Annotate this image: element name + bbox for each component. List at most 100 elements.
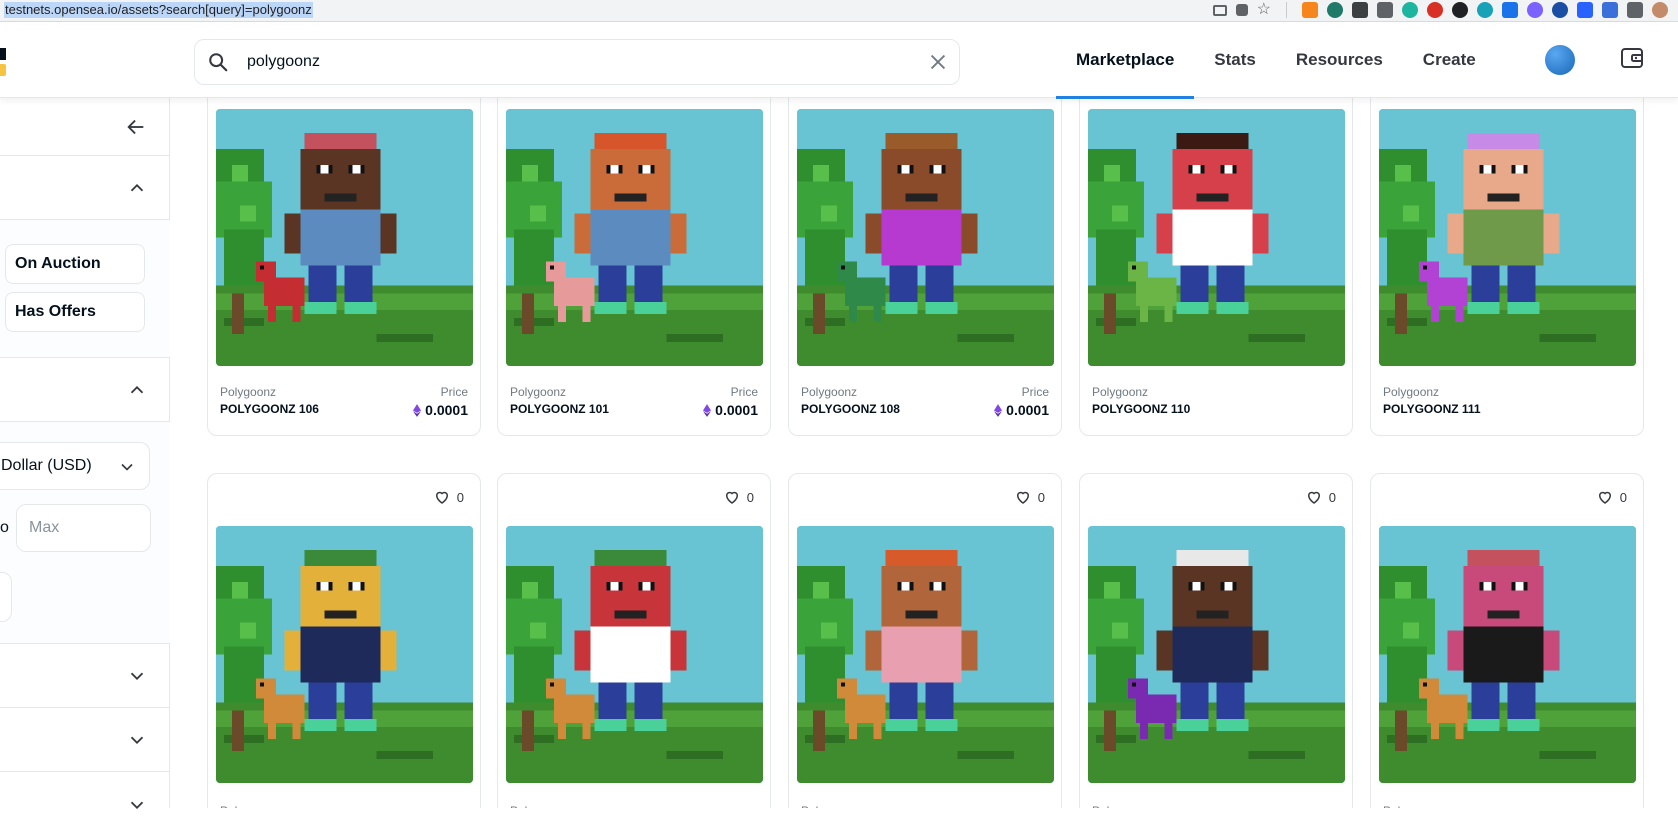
extension-blue-icon[interactable] [1502,2,1518,18]
asset-card[interactable]: Polygoonz POLYGOONZ 101 Price 0.0001 [497,98,771,436]
price-section-body: Dollar (USD) o Max [0,422,170,644]
extension-layers-icon[interactable] [1577,2,1593,18]
asset-collection-name[interactable]: Poly [1383,804,1631,808]
extension-red-icon[interactable] [1427,2,1443,18]
asset-collection-name[interactable]: Polygoonz [1092,385,1340,399]
asset-card[interactable]: 0 Poly [497,473,771,808]
status-has-offers-chip[interactable]: Has Offers [5,292,145,332]
asset-collection-name[interactable]: Polygoonz [220,385,468,399]
extension-green-icon[interactable] [1327,2,1343,18]
extension-camera-icon[interactable] [1377,2,1393,18]
asset-card-info: Polygoonz POLYGOONZ 108 Price 0.0001 [801,385,1049,418]
favorite-heart-icon [1307,491,1320,504]
search-icon [209,53,228,72]
asset-collection-name[interactable]: Poly [220,804,468,808]
collapsed-section-2[interactable] [0,708,170,772]
asset-image[interactable] [506,526,763,783]
asset-image[interactable] [1088,109,1345,366]
browser-toolbar: testnets.opensea.io/assets?search[query]… [0,0,1678,22]
price-section-header[interactable] [0,358,170,422]
asset-card-info: Poly [1092,804,1340,808]
asset-collection-name[interactable]: Polygoonz [510,385,758,399]
chevron-up-icon [130,385,144,394]
favorite-button[interactable]: 0 [1305,488,1336,506]
favorite-heart-icon [1598,491,1611,504]
clear-search-icon[interactable] [927,51,949,73]
asset-price-value: 0.0001 [1006,402,1049,418]
asset-card[interactable]: Polygoonz POLYGOONZ 106 Price 0.0001 [207,98,481,436]
extension-shield-icon[interactable] [1602,2,1618,18]
extensions-puzzle-icon[interactable] [1627,2,1643,18]
extension-dark-icon[interactable] [1452,2,1468,18]
nav-resources[interactable]: Resources [1276,22,1403,98]
account-avatar[interactable] [1545,45,1575,75]
favorite-button[interactable]: 0 [1596,488,1627,506]
favorite-count: 0 [1619,489,1627,505]
sidebar-header [0,98,170,156]
collapsed-section-1[interactable] [0,644,170,708]
asset-card[interactable]: Polygoonz POLYGOONZ 110 [1079,98,1353,436]
nav-stats[interactable]: Stats [1194,22,1276,98]
testnet-badge-fragment [0,64,6,76]
metamask-icon[interactable] [1302,2,1318,18]
asset-image[interactable] [506,109,763,366]
asset-image[interactable] [797,526,1054,783]
asset-collection-name[interactable]: Poly [1092,804,1340,808]
asset-image[interactable] [1379,109,1636,366]
asset-image[interactable] [216,526,473,783]
currency-select-label: Dollar (USD) [1,457,92,474]
install-app-icon[interactable] [1212,4,1227,16]
asset-image[interactable] [216,109,473,366]
favorite-button[interactable]: 0 [723,488,754,506]
wallet-icon[interactable] [1618,44,1646,72]
extension-purple-icon[interactable] [1527,2,1543,18]
asset-card[interactable]: 0 Poly [1370,473,1644,808]
asset-image[interactable] [1088,526,1345,783]
asset-image[interactable] [797,109,1054,366]
asset-price-label: Price [730,385,758,399]
asset-price-value: 0.0001 [715,402,758,418]
asset-card[interactable]: 0 Poly [1079,473,1353,808]
chevron-down-icon [130,801,144,810]
chevron-down-icon [130,672,144,681]
status-section-header[interactable] [0,156,170,220]
arrow-left-icon[interactable] [125,116,147,138]
eth-icon [413,403,422,417]
favorite-button[interactable]: 0 [433,488,464,506]
asset-collection-name[interactable]: Polygoonz [1383,385,1631,399]
asset-collection-name[interactable]: Poly [801,804,1049,808]
favorite-count: 0 [746,489,754,505]
favorite-count: 0 [456,489,464,505]
asset-card[interactable]: 0 Poly [207,473,481,808]
asset-collection-name[interactable]: Poly [510,804,758,808]
extension-horse-icon[interactable] [1352,2,1368,18]
apps-icon[interactable] [1235,4,1248,16]
extension-teal-icon[interactable] [1402,2,1418,18]
address-bar-url[interactable]: testnets.opensea.io/assets?search[query]… [4,2,313,18]
filter-sidebar: On Auction Has Offers Dollar (USD) o Max [0,98,170,810]
bookmark-star-icon[interactable]: ☆ [1257,2,1271,18]
favorite-heart-icon [1016,491,1029,504]
apply-price-button[interactable] [0,572,12,622]
logo-text-fragment[interactable] [0,48,6,60]
price-max-input[interactable]: Max [16,504,151,552]
nav-marketplace[interactable]: Marketplace [1056,22,1195,99]
asset-collection-name[interactable]: Polygoonz [801,385,1049,399]
asset-card[interactable]: Polygoonz POLYGOONZ 111 [1370,98,1644,436]
extension-cyan-icon[interactable] [1477,2,1493,18]
currency-select[interactable]: Dollar (USD) [0,442,150,490]
favorite-button[interactable]: 0 [1014,488,1045,506]
extension-globe-icon[interactable] [1552,2,1568,18]
search-input[interactable] [247,50,887,74]
nav-create[interactable]: Create [1403,22,1496,98]
collapsed-section-3[interactable] [0,772,170,836]
asset-image[interactable] [1379,526,1636,783]
asset-card[interactable]: 0 Poly [788,473,1062,808]
eth-icon [703,403,712,417]
asset-card[interactable]: Polygoonz POLYGOONZ 108 Price 0.0001 [788,98,1062,436]
asset-price: 0.0001 [703,402,758,418]
status-on-auction-chip[interactable]: On Auction [5,244,145,284]
asset-card-info: Polygoonz POLYGOONZ 111 [1383,385,1631,416]
favorite-count: 0 [1328,489,1336,505]
profile-avatar-icon[interactable] [1652,2,1668,18]
